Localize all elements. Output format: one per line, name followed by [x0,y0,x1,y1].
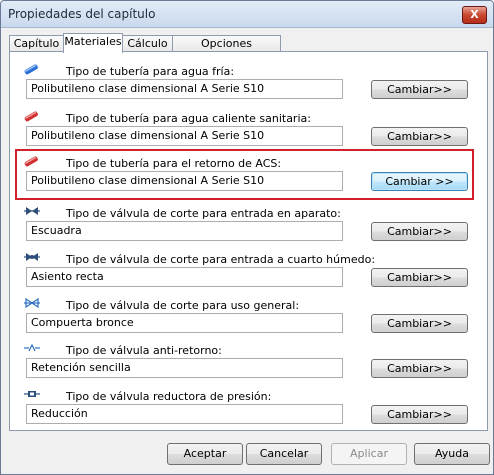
globe-valve-icon [23,251,41,263]
appliance-valve-field[interactable]: Escuadra [26,221,343,241]
angle-valve-icon [23,205,41,217]
cancel-button[interactable]: Cancelar [246,443,322,465]
hot-water-pipe-field[interactable]: Polibutileno clase dimensional A Serie S… [26,126,343,146]
row-label: Tipo de válvula anti-retorno: [66,344,222,357]
change-hot-water-pipe-button[interactable]: Cambiar>> [371,127,468,146]
cold-water-pipe-field[interactable]: Polibutileno clase dimensional A Serie S… [26,79,343,99]
change-wet-room-valve-button[interactable]: Cambiar>> [371,268,468,287]
tab-opciones-especiales[interactable]: Opciones especiales [172,35,281,65]
change-pressure-reducer-button[interactable]: Cambiar>> [371,405,468,424]
row-label: Tipo de válvula reductora de presión: [66,390,272,403]
dialog-window: Propiedades del capítulo X Capítulo Mate… [0,0,494,475]
change-appliance-valve-button[interactable]: Cambiar>> [371,222,468,241]
row-general-valve: Tipo de válvula de corte para uso genera… [10,297,487,343]
red-pipe-icon [23,110,41,122]
window-title: Propiedades del capítulo [8,7,156,21]
apply-button[interactable]: Aplicar [331,443,407,465]
title-bar[interactable]: Propiedades del capítulo X [1,1,493,28]
blue-pipe-icon [23,63,41,75]
tab-materiales[interactable]: Materiales [63,33,123,53]
row-label: Tipo de válvula de corte para entrada en… [66,207,341,220]
change-cold-water-pipe-button[interactable]: Cambiar>> [371,80,468,99]
check-valve-icon [23,342,41,354]
row-pressure-reducer: Tipo de válvula reductora de presión: Re… [10,388,487,434]
pressure-reducer-field[interactable]: Reducción [26,404,343,424]
highlight-annotation-box [15,149,474,200]
change-check-valve-button[interactable]: Cambiar>> [371,359,468,378]
row-label: Tipo de tubería para agua fría: [66,65,235,78]
pressure-reducer-icon [23,388,41,400]
row-check-valve: Tipo de válvula anti-retorno: Retención … [10,342,487,388]
gate-valve-icon [23,297,41,309]
check-valve-field[interactable]: Retención sencilla [26,358,343,378]
row-cold-water-pipe: Tipo de tubería para agua fría: Polibuti… [10,63,487,109]
tab-calculo[interactable]: Cálculo [122,35,173,52]
row-appliance-valve: Tipo de válvula de corte para entrada en… [10,205,487,251]
general-valve-field[interactable]: Compuerta bronce [26,313,343,333]
wet-room-valve-field[interactable]: Asiento recta [26,267,343,287]
accept-button[interactable]: Aceptar [167,443,243,465]
help-button[interactable]: Ayuda [414,443,490,465]
row-label: Tipo de tubería para agua caliente sanit… [66,112,311,125]
row-wet-room-valve: Tipo de válvula de corte para entrada a … [10,251,487,297]
change-general-valve-button[interactable]: Cambiar>> [371,314,468,333]
materials-panel: Tipo de tubería para agua fría: Polibuti… [9,51,488,431]
tab-capitulo[interactable]: Capítulo [9,35,64,52]
row-label: Tipo de válvula de corte para entrada a … [66,253,376,266]
close-button[interactable]: X [462,6,487,24]
row-label: Tipo de válvula de corte para uso genera… [66,299,300,312]
